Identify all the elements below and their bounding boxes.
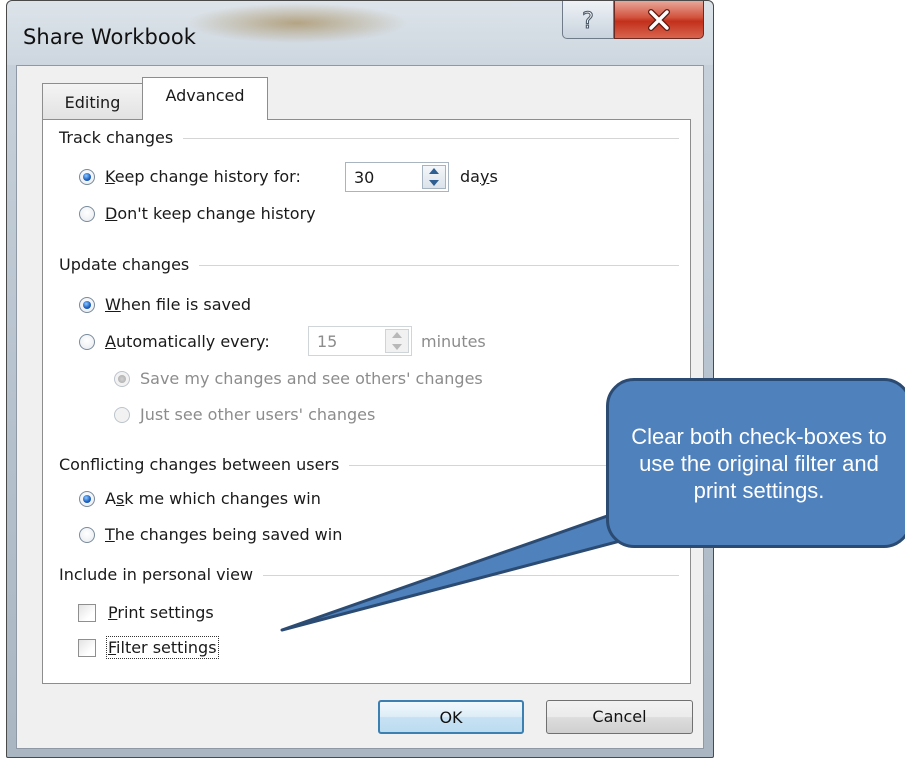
just-see-option: Just see other users' changes xyxy=(114,405,375,424)
print-settings-checkbox[interactable] xyxy=(78,603,96,622)
dialog-body: Editing Advanced Track changes Keep chan… xyxy=(16,65,704,749)
changes-being-saved-label: The changes being saved win xyxy=(105,525,343,544)
conflicting-changes-heading: Conflicting changes between users xyxy=(59,455,350,474)
save-and-see-label: Save my changes and see others' changes xyxy=(140,369,483,388)
save-and-see-radio xyxy=(114,370,130,387)
when-saved-radio[interactable] xyxy=(79,296,95,313)
just-see-label: Just see other users' changes xyxy=(140,405,376,424)
days-spinner[interactable]: 30 xyxy=(345,162,449,192)
save-and-see-option: Save my changes and see others' changes xyxy=(114,369,483,388)
print-settings-option[interactable]: Print settings xyxy=(78,603,214,622)
print-settings-label: Print settings xyxy=(108,603,214,622)
ask-me-radio[interactable] xyxy=(79,490,95,507)
automatically-every-label: Automatically every: xyxy=(105,332,270,351)
personal-view-heading: Include in personal view xyxy=(59,565,264,584)
keep-history-option[interactable]: Keep change history for: xyxy=(79,167,301,186)
close-button[interactable] xyxy=(614,1,704,39)
filter-settings-option[interactable]: Filter settings xyxy=(78,636,219,659)
days-unit-label: days xyxy=(460,167,498,186)
dont-keep-history-option[interactable]: Don't keep change history xyxy=(79,204,316,223)
filter-settings-checkbox[interactable] xyxy=(78,638,96,657)
keep-history-radio[interactable] xyxy=(79,168,95,185)
advanced-tab-panel: Track changes Keep change history for: 3… xyxy=(42,119,691,684)
tab-advanced[interactable]: Advanced xyxy=(142,77,268,120)
ask-me-label: Ask me which changes win xyxy=(105,489,321,508)
days-spin-arrows[interactable] xyxy=(422,165,446,189)
minutes-value: 15 xyxy=(317,332,338,351)
keep-history-label: Keep change history for: xyxy=(105,167,301,186)
share-workbook-dialog: Share Workbook ? Editing Advanced Track … xyxy=(6,0,714,758)
instruction-callout: Clear both check-boxes to use the origin… xyxy=(606,378,905,548)
ok-button[interactable]: OK xyxy=(378,700,524,734)
close-x-icon xyxy=(648,8,670,31)
track-changes-heading: Track changes xyxy=(59,128,184,147)
title-bar[interactable]: Share Workbook ? xyxy=(7,1,713,65)
filter-settings-label: Filter settings xyxy=(106,636,219,659)
callout-text: Clear both check-boxes to use the origin… xyxy=(631,423,887,503)
svg-text:?: ? xyxy=(582,9,594,33)
automatically-every-radio[interactable] xyxy=(79,333,95,350)
changes-being-saved-radio[interactable] xyxy=(79,526,95,543)
dialog-title: Share Workbook xyxy=(23,25,197,49)
tab-advanced-label: Advanced xyxy=(165,86,245,105)
ask-me-option[interactable]: Ask me which changes win xyxy=(79,489,321,508)
tab-editing-label: Editing xyxy=(64,93,121,112)
update-changes-heading: Update changes xyxy=(59,255,200,274)
dont-keep-history-radio[interactable] xyxy=(79,205,95,222)
minutes-unit-label: minutes xyxy=(421,332,486,351)
days-value[interactable]: 30 xyxy=(354,168,374,187)
dont-keep-history-label: Don't keep change history xyxy=(105,204,316,223)
minutes-spinner[interactable]: 15 xyxy=(308,326,412,356)
when-saved-label: When file is saved xyxy=(105,295,251,314)
automatically-every-option[interactable]: Automatically every: xyxy=(79,332,270,351)
when-saved-option[interactable]: When file is saved xyxy=(79,295,251,314)
just-see-radio xyxy=(114,406,130,423)
changes-being-saved-option[interactable]: The changes being saved win xyxy=(79,525,342,544)
question-mark-icon: ? xyxy=(582,8,595,33)
help-button[interactable]: ? xyxy=(562,1,614,39)
cancel-button[interactable]: Cancel xyxy=(546,700,693,734)
tab-editing[interactable]: Editing xyxy=(42,83,143,119)
minutes-spin-arrows xyxy=(385,329,409,353)
